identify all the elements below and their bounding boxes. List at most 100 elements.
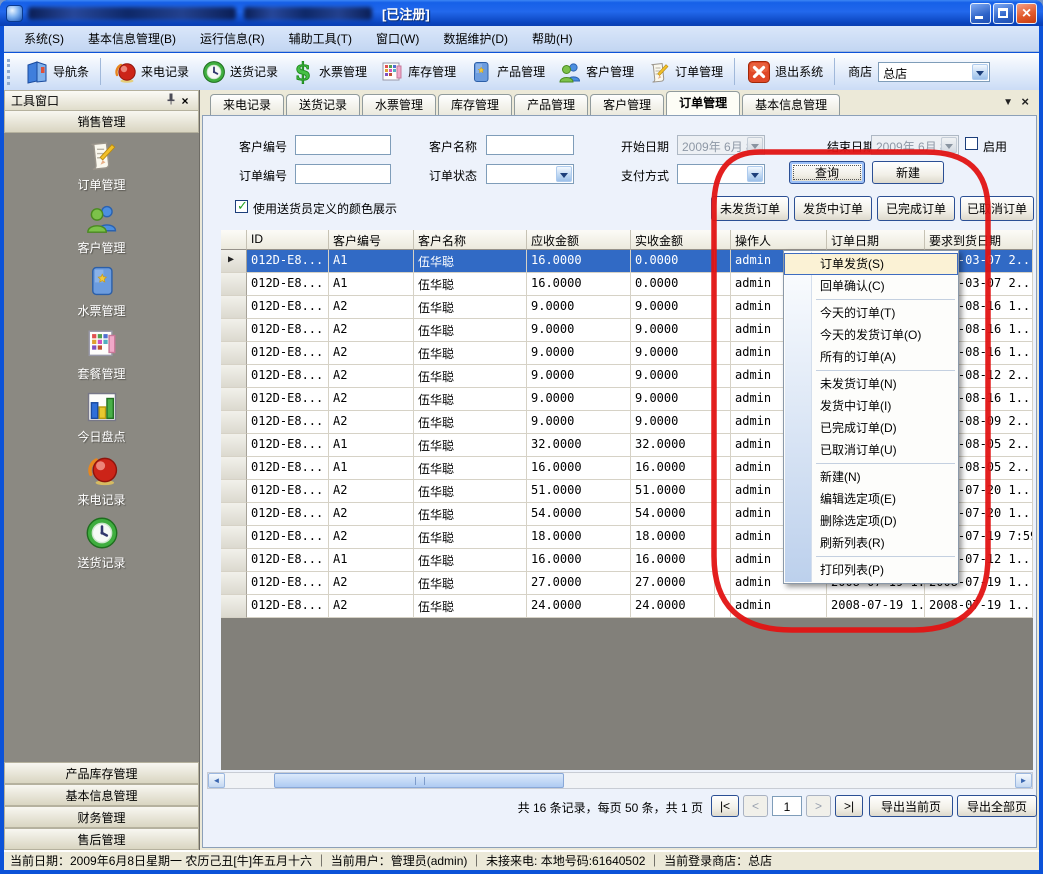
table-cell[interactable]: 伍华聪 <box>414 388 527 411</box>
table-cell[interactable]: 24.0000 <box>527 595 631 618</box>
table-cell[interactable]: A2 <box>329 503 414 526</box>
table-cell[interactable]: 32.0000 <box>631 434 715 457</box>
table-cell[interactable]: 012D-E8... <box>247 319 329 342</box>
table-cell[interactable]: 伍华聪 <box>414 273 527 296</box>
table-cell[interactable] <box>715 388 731 411</box>
table-cell[interactable]: 16.0000 <box>631 549 715 572</box>
context-menu-item[interactable]: 发货中订单(I) <box>784 395 958 417</box>
context-menu-item[interactable]: 今天的订单(T) <box>784 302 958 324</box>
close-button[interactable] <box>1016 3 1037 24</box>
table-cell[interactable]: 24.0000 <box>631 595 715 618</box>
column-header[interactable]: 客户名称 <box>414 230 527 250</box>
table-cell[interactable]: 9.0000 <box>527 342 631 365</box>
table-cell[interactable]: 2008-07-19 1... <box>827 595 925 618</box>
context-menu-item[interactable]: 刷新列表(R) <box>784 532 958 554</box>
scroll-left-icon[interactable] <box>208 773 225 788</box>
toolbar-button[interactable]: 来电记录 <box>106 57 195 87</box>
toolbar-button[interactable]: $水票管理 <box>284 57 373 87</box>
tab-item[interactable]: 基本信息管理 <box>742 94 840 115</box>
row-selector-cell[interactable] <box>221 250 247 273</box>
toolbar-button[interactable]: 产品管理 <box>462 57 551 87</box>
order-no-input[interactable] <box>295 164 391 184</box>
table-cell[interactable]: 51.0000 <box>527 480 631 503</box>
table-cell[interactable]: 伍华聪 <box>414 572 527 595</box>
status-filter-button[interactable]: 已完成订单 <box>877 196 955 221</box>
table-cell[interactable] <box>715 296 731 319</box>
row-selector-cell[interactable] <box>221 319 247 342</box>
toolbar-button[interactable]: 库存管理 <box>373 57 462 87</box>
table-cell[interactable]: 012D-E8... <box>247 388 329 411</box>
table-cell[interactable]: A1 <box>329 549 414 572</box>
table-cell[interactable]: 9.0000 <box>527 411 631 434</box>
table-cell[interactable]: 012D-E8... <box>247 480 329 503</box>
row-selector-cell[interactable] <box>221 480 247 503</box>
table-cell[interactable]: 伍华聪 <box>414 296 527 319</box>
column-header[interactable]: 客户编号 <box>329 230 414 250</box>
customer-name-input[interactable] <box>486 135 574 155</box>
table-cell[interactable]: 012D-E8... <box>247 572 329 595</box>
sidebar-item[interactable]: 今日盘点 <box>4 389 199 452</box>
table-cell[interactable]: 伍华聪 <box>414 526 527 549</box>
table-cell[interactable]: 54.0000 <box>631 503 715 526</box>
status-filter-button[interactable]: 已取消订单 <box>960 196 1034 221</box>
table-cell[interactable]: admin <box>731 595 827 618</box>
table-cell[interactable] <box>715 457 731 480</box>
table-row[interactable]: 012D-E8...A2伍华聪24.000024.0000admin2008-0… <box>221 595 1033 618</box>
table-cell[interactable] <box>715 434 731 457</box>
tab-item[interactable]: 水票管理 <box>362 94 436 115</box>
column-header[interactable]: 操作人 <box>731 230 827 250</box>
first-page-button[interactable]: |< <box>711 795 739 817</box>
context-menu-item[interactable]: 已完成订单(D) <box>784 417 958 439</box>
table-cell[interactable] <box>715 526 731 549</box>
table-cell[interactable] <box>715 273 731 296</box>
status-filter-button[interactable]: 未发货订单 <box>711 196 789 221</box>
courier-color-checkbox[interactable] <box>235 200 248 213</box>
table-cell[interactable]: A2 <box>329 319 414 342</box>
row-selector-cell[interactable] <box>221 595 247 618</box>
pin-icon[interactable] <box>164 93 178 108</box>
table-cell[interactable]: 9.0000 <box>527 319 631 342</box>
context-menu-item[interactable]: 打印列表(P) <box>784 559 958 581</box>
sidebar-item[interactable]: 套餐管理 <box>4 326 199 389</box>
table-cell[interactable]: 27.0000 <box>631 572 715 595</box>
table-cell[interactable]: 9.0000 <box>631 296 715 319</box>
query-button[interactable]: 查询 <box>789 161 865 184</box>
table-cell[interactable]: 16.0000 <box>527 250 631 273</box>
table-cell[interactable]: 16.0000 <box>527 457 631 480</box>
row-selector-cell[interactable] <box>221 572 247 595</box>
table-cell[interactable]: A1 <box>329 457 414 480</box>
table-cell[interactable]: 012D-E8... <box>247 549 329 572</box>
end-date-picker[interactable]: 2009年 6月 8日 <box>871 135 959 155</box>
chevron-down-icon[interactable] <box>941 137 957 153</box>
table-cell[interactable]: 0.0000 <box>631 250 715 273</box>
table-cell[interactable]: A2 <box>329 411 414 434</box>
context-menu-item[interactable]: 编辑选定项(E) <box>784 488 958 510</box>
table-cell[interactable]: 18.0000 <box>631 526 715 549</box>
scroll-right-icon[interactable] <box>1015 773 1032 788</box>
table-cell[interactable]: 9.0000 <box>631 365 715 388</box>
table-cell[interactable]: A2 <box>329 480 414 503</box>
horizontal-scrollbar[interactable] <box>207 772 1033 789</box>
context-menu-item[interactable]: 删除选定项(D) <box>784 510 958 532</box>
table-cell[interactable]: 9.0000 <box>631 342 715 365</box>
next-page-button[interactable]: > <box>806 795 831 817</box>
table-cell[interactable]: 012D-E8... <box>247 503 329 526</box>
maximize-button[interactable] <box>993 3 1014 24</box>
shop-combobox[interactable]: 总店 <box>878 62 990 82</box>
table-cell[interactable] <box>715 549 731 572</box>
table-cell[interactable]: 012D-E8... <box>247 365 329 388</box>
table-cell[interactable] <box>715 319 731 342</box>
table-cell[interactable]: 伍华聪 <box>414 480 527 503</box>
table-cell[interactable]: 27.0000 <box>527 572 631 595</box>
column-header[interactable]: 实收金额 <box>631 230 715 250</box>
chevron-down-icon[interactable] <box>972 64 988 80</box>
tab-item[interactable]: 客户管理 <box>590 94 664 115</box>
context-menu-item[interactable]: 未发货订单(N) <box>784 373 958 395</box>
table-cell[interactable] <box>715 595 731 618</box>
table-cell[interactable]: 伍华聪 <box>414 365 527 388</box>
table-cell[interactable]: 012D-E8... <box>247 296 329 319</box>
table-cell[interactable]: 9.0000 <box>527 296 631 319</box>
table-cell[interactable]: 16.0000 <box>527 549 631 572</box>
sidebar-item[interactable]: 来电记录 <box>4 452 199 515</box>
chevron-down-icon[interactable] <box>747 137 763 153</box>
